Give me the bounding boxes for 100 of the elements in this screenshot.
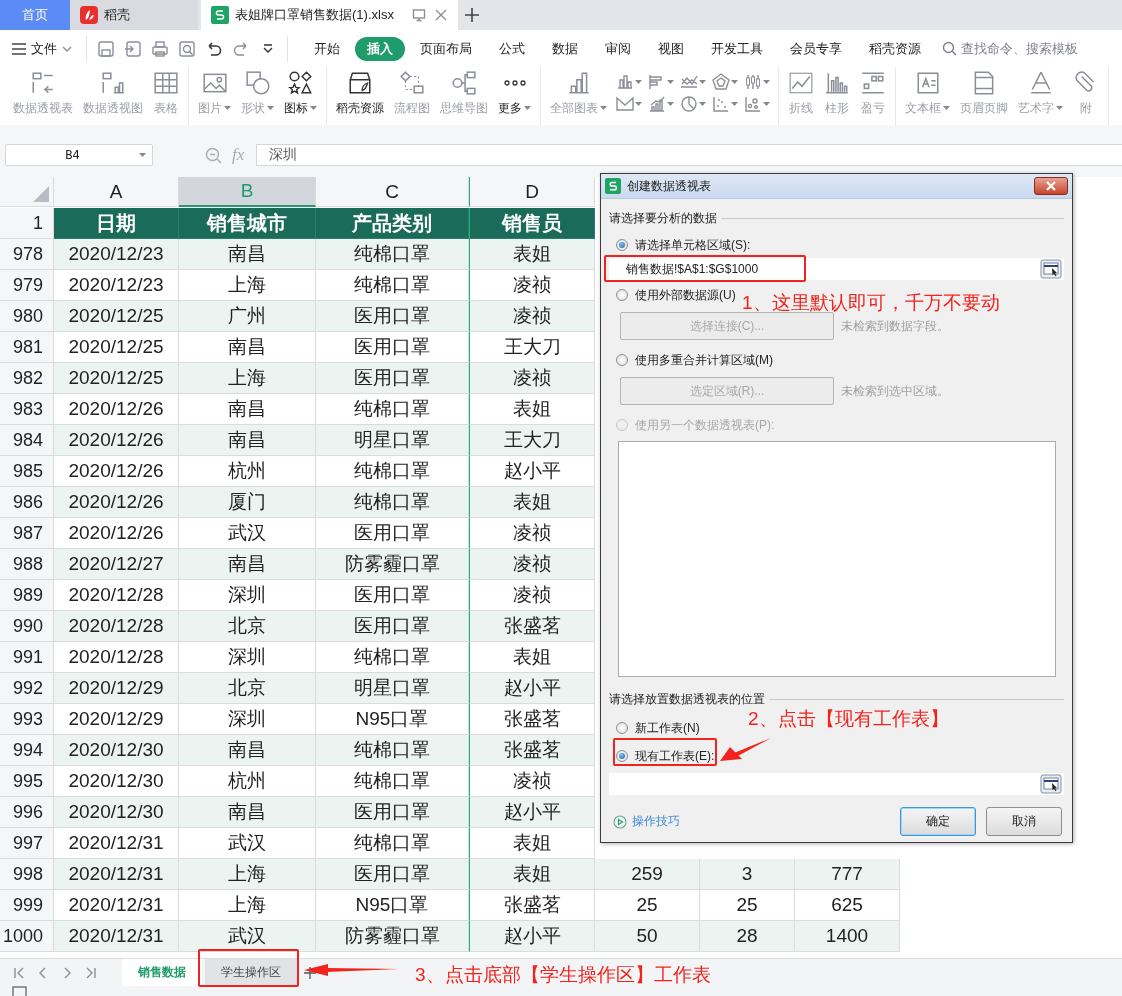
add-sheet-icon[interactable] [303,965,317,980]
radio-label[interactable]: 使用外部数据源(U) [635,286,736,304]
table-cell: 张盛茗 [469,735,595,766]
ribbon-tab[interactable]: 页面布局 [408,36,484,61]
radio-label[interactable]: 请选择单元格区域(S): [635,236,751,254]
name-box[interactable]: B4 [5,144,153,166]
first-sheet-icon[interactable] [12,965,26,980]
radio-button[interactable] [616,750,628,762]
monitor-icon[interactable] [412,8,426,22]
row-number: 994 [0,735,54,766]
line-chart-icon [680,73,698,91]
ribbon-tab[interactable]: 视图 [646,36,696,61]
ribbon-tab[interactable]: 数据 [540,36,590,61]
column-header[interactable]: A [54,177,179,207]
export-icon[interactable] [124,39,142,58]
bubble-chart-icon [744,95,762,113]
dialog-button[interactable]: 取消 [986,807,1062,836]
table-cell: 赵小平 [469,797,595,828]
row-number: 998 [0,859,54,890]
ribbon-tab[interactable]: 稻壳资源 [857,36,933,61]
search-field[interactable]: 查找命令、搜索模板 [942,39,1078,58]
chart-type-button[interactable] [744,95,770,113]
formula-field[interactable]: 深圳 [256,144,1122,166]
ribbon-button[interactable]: 稻壳资源 [331,67,389,125]
table-header-cell: 产品类别 [316,208,469,239]
ribbon-tab[interactable]: 开发工具 [699,36,775,61]
table-cell: 明星口罩 [316,425,469,456]
ribbon-button[interactable]: 图标 [279,67,322,125]
close-button[interactable] [1034,177,1068,195]
row-number: 996 [0,797,54,828]
table-cell: 赵小平 [469,921,595,952]
table-cell: 2020/12/31 [54,921,179,952]
plus-icon[interactable] [464,7,480,23]
chart-type-button[interactable] [648,95,674,113]
save-icon[interactable] [97,39,115,58]
leaf-logo-icon [80,6,98,24]
chart-type-button[interactable] [712,73,738,91]
chart-type-button[interactable] [680,95,706,113]
ribbon-tab[interactable]: 开始 [302,36,352,61]
print-icon[interactable] [151,39,169,58]
chart-type-button[interactable] [616,73,642,91]
tab[interactable]: 表姐牌口罩销售数据(1).xlsx [201,0,458,30]
table-cell: 2020/12/30 [54,735,179,766]
close-icon[interactable] [434,8,448,22]
radio-button[interactable] [616,289,628,301]
table-cell: 广州 [179,301,316,332]
range-picker-icon[interactable] [1040,259,1062,279]
chart-type-button[interactable] [744,73,770,91]
undo-icon[interactable] [205,39,223,58]
table-cell: 2020/12/31 [54,859,179,890]
ribbon-button[interactable]: 更多 [493,67,536,125]
chart-type-button[interactable] [680,73,706,91]
column-chart-icon [616,73,634,91]
range-field[interactable]: 销售数据!$A$1:$G$1000 [609,258,1064,280]
zoom-icon[interactable] [205,146,222,164]
radio-button[interactable] [616,239,628,251]
chart-type-button[interactable] [616,95,642,113]
table-cell: 南昌 [179,797,316,828]
row-number: 981 [0,332,54,363]
row-number: 989 [0,580,54,611]
radio-label[interactable]: 现有工作表(E): [635,747,715,765]
row-number: 990 [0,611,54,642]
ribbon-tab[interactable]: 审阅 [593,36,643,61]
chart-type-button[interactable] [648,73,674,91]
column-header[interactable]: C [316,177,469,207]
dialog-button[interactable]: 确定 [900,807,976,836]
range-picker-icon[interactable] [1040,774,1062,794]
area-chart-icon [616,95,634,113]
file-menu[interactable]: 文件 [12,39,72,58]
table-cell: 2020/12/25 [54,363,179,394]
sheet-tab[interactable]: 学生操作区 [205,959,297,986]
caret-icon [731,102,738,106]
ribbon-tab[interactable]: 公式 [487,36,537,61]
status-icon[interactable] [12,986,28,996]
last-sheet-icon[interactable] [84,965,98,980]
radio-button[interactable] [616,354,628,366]
row-number: 986 [0,487,54,518]
tab[interactable]: 稻壳 [70,0,198,30]
row-number: 999 [0,890,54,921]
row-number: 991 [0,642,54,673]
search-icon [942,41,957,56]
row-number: 993 [0,704,54,735]
text-box-icon [914,70,941,96]
hint-text: 未检索到选中区域。 [841,382,949,400]
select-all-icon[interactable] [33,186,49,202]
table-cell: 厦门 [179,487,316,518]
range-field[interactable] [609,773,1064,795]
table-cell: 防雾霾口罩 [316,549,469,580]
radio-label[interactable]: 新工作表(N) [635,719,700,737]
caret-icon [224,106,231,110]
chart-type-button[interactable] [712,95,738,113]
radio-label[interactable]: 使用多重合并计算区域(M) [635,351,773,369]
preview-icon[interactable] [178,39,196,58]
row-number: 980 [0,301,54,332]
table-cell: 2020/12/30 [54,797,179,828]
table-cell: 上海 [179,363,316,394]
section-heading: 请选择要分析的数据 [609,210,717,227]
ribbon-tab[interactable]: 会员专享 [778,36,854,61]
column-header[interactable]: D [469,177,595,207]
radio-button[interactable] [616,722,628,734]
